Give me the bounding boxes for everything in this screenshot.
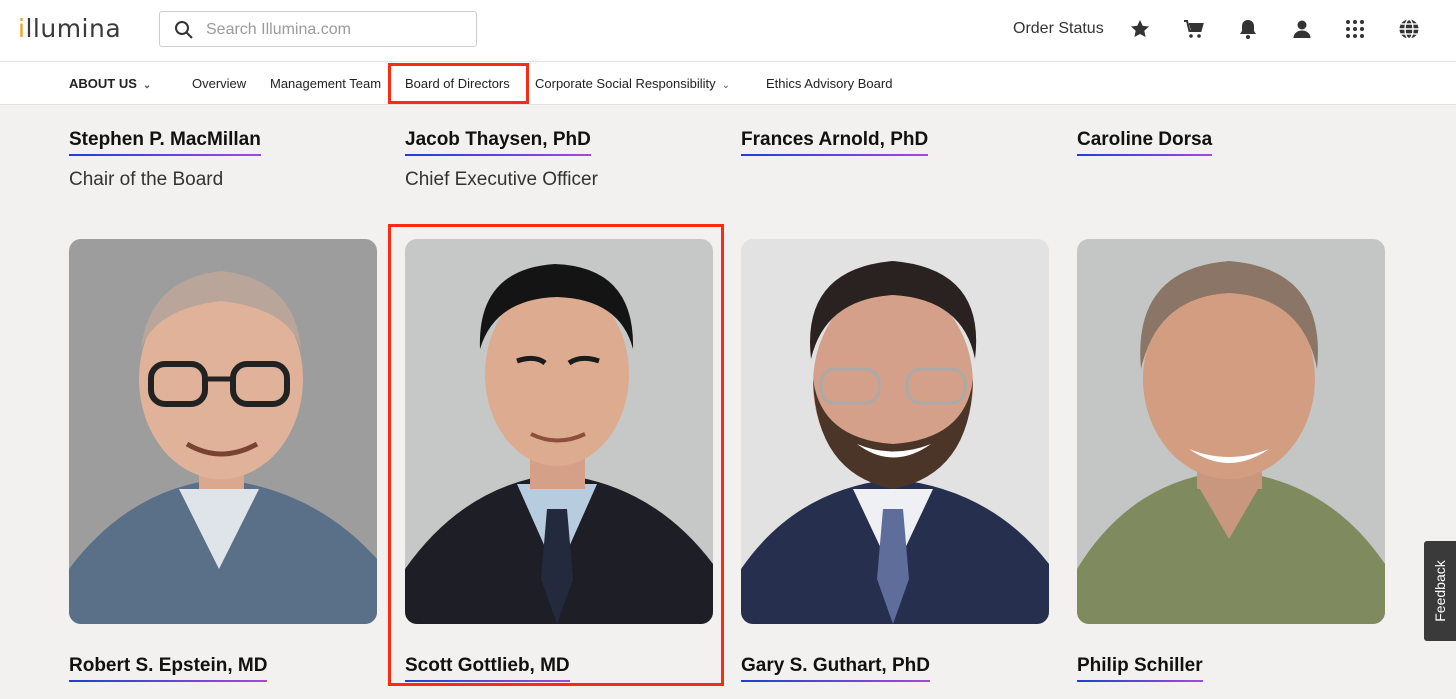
- search-placeholder: Search Illumina.com: [206, 21, 351, 38]
- member-title: Chair of the Board: [69, 169, 224, 190]
- cart-icon[interactable]: [1182, 17, 1206, 41]
- apps-grid-icon[interactable]: [1343, 17, 1367, 41]
- globe-icon[interactable]: [1397, 17, 1421, 41]
- star-icon[interactable]: [1128, 17, 1152, 41]
- portrait-image: [69, 239, 377, 624]
- member-name-scott-gottlieb[interactable]: Scott Gottlieb, MD: [405, 655, 570, 682]
- about-subnav: ABOUT US ⌄ Overview Management Team Board…: [0, 62, 1456, 105]
- order-status-link[interactable]: Order Status: [1013, 20, 1104, 38]
- member-name-philip-schiller[interactable]: Philip Schiller: [1077, 655, 1203, 682]
- subnav-ethics-advisory-board[interactable]: Ethics Advisory Board: [766, 76, 892, 91]
- portrait-image: [405, 239, 713, 624]
- about-us-menu[interactable]: ABOUT US ⌄: [69, 76, 151, 91]
- top-header: illumina Search Illumina.com Order Statu…: [0, 0, 1456, 62]
- portrait-gary-guthart[interactable]: [741, 239, 1049, 624]
- member-title: Chief Executive Officer: [405, 169, 598, 190]
- chevron-down-icon: ⌄: [142, 80, 152, 91]
- illumina-logo[interactable]: illumina: [18, 14, 121, 43]
- member-name-caroline-dorsa[interactable]: Caroline Dorsa: [1077, 129, 1213, 156]
- logo-text: llumina: [25, 14, 122, 43]
- portrait-image: [1077, 239, 1385, 624]
- subnav-corporate-social-responsibility[interactable]: Corporate Social Responsibility ⌄: [535, 76, 730, 91]
- member-name-frances-arnold[interactable]: Frances Arnold, PhD: [741, 129, 929, 156]
- member-name-stephen-macmillan[interactable]: Stephen P. MacMillan: [69, 129, 261, 156]
- portrait-scott-gottlieb[interactable]: [405, 239, 713, 624]
- about-us-label: ABOUT US: [69, 76, 137, 91]
- chevron-down-icon: ⌄: [721, 80, 731, 91]
- feedback-label: Feedback: [1432, 560, 1448, 622]
- search-input[interactable]: Search Illumina.com: [159, 11, 477, 47]
- portrait-image: [741, 239, 1049, 624]
- csr-label: Corporate Social Responsibility: [535, 76, 716, 91]
- portrait-philip-schiller[interactable]: [1077, 239, 1385, 624]
- board-of-directors-highlight: [388, 63, 529, 104]
- feedback-tab[interactable]: Feedback: [1424, 541, 1456, 641]
- member-name-robert-epstein[interactable]: Robert S. Epstein, MD: [69, 655, 268, 682]
- subnav-overview[interactable]: Overview: [192, 76, 246, 91]
- user-icon[interactable]: [1290, 17, 1314, 41]
- subnav-management-team[interactable]: Management Team: [270, 76, 381, 91]
- member-name-gary-guthart[interactable]: Gary S. Guthart, PhD: [741, 655, 930, 682]
- search-icon: [175, 21, 193, 39]
- member-name-jacob-thaysen[interactable]: Jacob Thaysen, PhD: [405, 129, 591, 156]
- bell-icon[interactable]: [1236, 17, 1260, 41]
- portrait-robert-epstein[interactable]: [69, 239, 377, 624]
